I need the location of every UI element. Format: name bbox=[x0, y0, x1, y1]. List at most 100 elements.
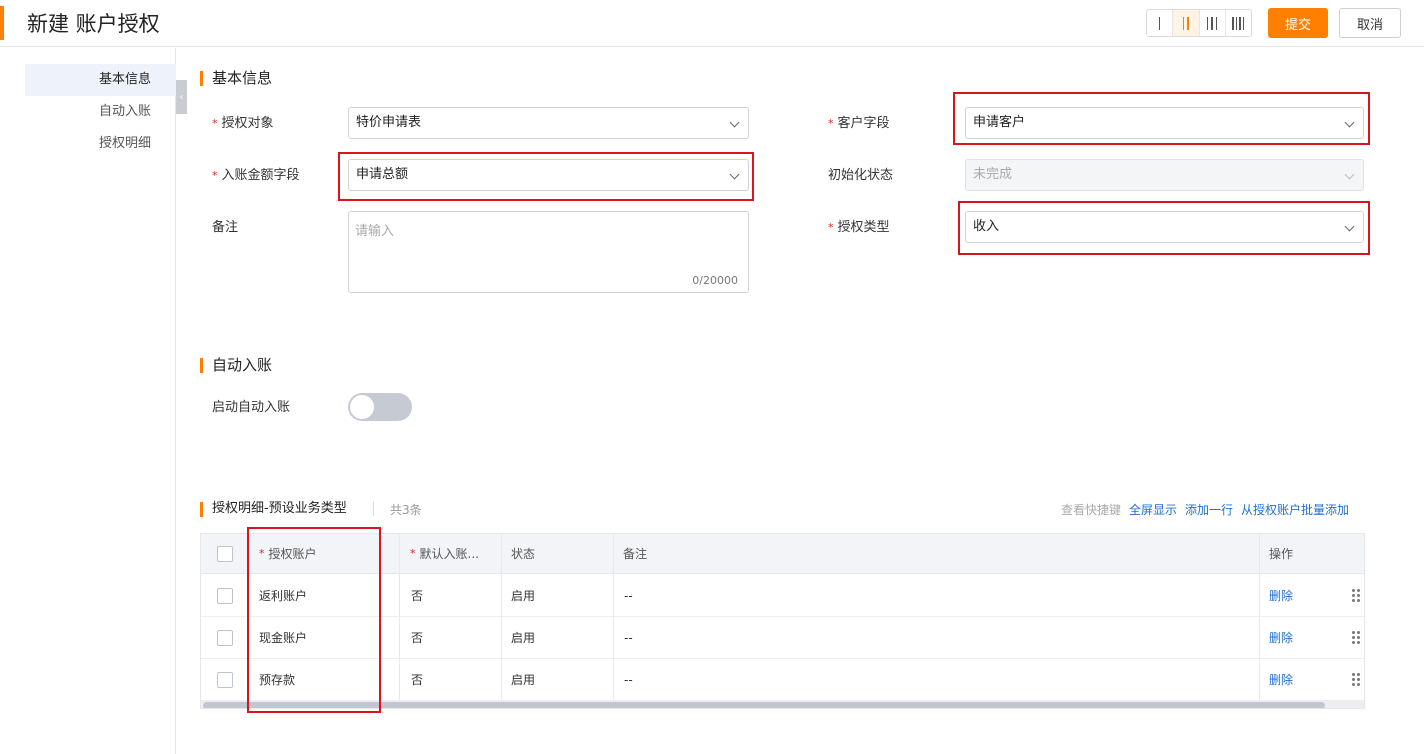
chevron-down-icon bbox=[1344, 117, 1355, 128]
title-divider bbox=[373, 502, 374, 516]
cancel-button[interactable]: 取消 bbox=[1339, 8, 1401, 38]
section-title-auto-posting: 自动入账 bbox=[200, 355, 272, 375]
batch-add-link[interactable]: 从授权账户批量添加 bbox=[1241, 500, 1349, 520]
chevron-down-icon bbox=[729, 169, 740, 180]
column-divider bbox=[501, 534, 502, 701]
column-divider bbox=[399, 534, 400, 701]
column-header-status: 状态 bbox=[511, 547, 536, 561]
remark-cell[interactable]: -- bbox=[624, 659, 633, 700]
drag-handle-icon[interactable] bbox=[1352, 630, 1360, 645]
submit-button[interactable]: 提交 bbox=[1268, 8, 1328, 38]
row-checkbox[interactable] bbox=[217, 671, 233, 688]
fullscreen-link[interactable]: 全屏显示 bbox=[1129, 500, 1177, 520]
auth-object-value: 特价申请表 bbox=[356, 115, 422, 130]
default-cell[interactable]: 否 bbox=[411, 659, 423, 700]
remark-label: 备注 bbox=[212, 220, 239, 235]
remark-textarea[interactable]: 请输入 0/20000 bbox=[348, 211, 749, 293]
column-layout-switch bbox=[1146, 9, 1252, 37]
horizontal-scrollbar[interactable] bbox=[201, 701, 1364, 708]
remark-placeholder: 请输入 bbox=[355, 224, 395, 239]
auth-detail-table: * 授权账户 * 默认入账... 状态 备注 操作 返利账户 否 启用 -- 删除 … bbox=[200, 533, 1365, 709]
page-title: 新建 账户授权 bbox=[27, 12, 160, 36]
nav-item-basic-info[interactable]: 基本信息 bbox=[25, 64, 176, 96]
table-row: 返利账户 否 启用 -- 删除 bbox=[201, 575, 1364, 617]
auth-object-select[interactable]: 特价申请表 bbox=[348, 107, 749, 139]
four-column-icon bbox=[1232, 16, 1245, 30]
chevron-down-icon bbox=[1344, 221, 1355, 232]
table-row: 预存款 否 启用 -- 删除 bbox=[201, 659, 1364, 701]
account-cell[interactable]: 返利账户 bbox=[259, 575, 307, 616]
required-mark: * bbox=[212, 169, 218, 182]
amount-field-label: * 入账金额字段 bbox=[212, 168, 300, 183]
row-checkbox[interactable] bbox=[217, 629, 233, 646]
two-column-icon bbox=[1182, 16, 1189, 30]
scrollbar-thumb[interactable] bbox=[203, 702, 1325, 708]
layout-1-column-button[interactable] bbox=[1147, 10, 1174, 36]
drag-handle-icon[interactable] bbox=[1352, 588, 1360, 603]
nav-item-auto-posting[interactable]: 自动入账 bbox=[25, 96, 176, 128]
one-column-icon bbox=[1158, 16, 1161, 30]
amount-field-value: 申请总额 bbox=[356, 167, 409, 182]
auto-posting-toggle[interactable] bbox=[348, 393, 412, 421]
section-title-auth-detail: 授权明细-预设业务类型 bbox=[200, 499, 347, 519]
customer-field-value: 申请客户 bbox=[973, 115, 1026, 130]
status-cell[interactable]: 启用 bbox=[511, 617, 535, 658]
amount-field-select[interactable]: 申请总额 bbox=[348, 159, 749, 191]
auto-posting-toggle-label: 启动自动入账 bbox=[212, 400, 291, 415]
row-checkbox[interactable] bbox=[217, 587, 233, 604]
init-status-label: 初始化状态 bbox=[828, 168, 894, 183]
account-cell[interactable]: 现金账户 bbox=[259, 617, 307, 658]
default-cell[interactable]: 否 bbox=[411, 575, 423, 616]
column-header-action: 操作 bbox=[1269, 547, 1294, 561]
init-status-select: 未完成 bbox=[965, 159, 1364, 191]
remark-char-counter: 0/20000 bbox=[692, 274, 738, 287]
row-count: 共3条 bbox=[390, 503, 422, 517]
delete-row-link[interactable]: 删除 bbox=[1269, 659, 1293, 700]
toggle-knob bbox=[350, 395, 374, 419]
required-mark: * bbox=[212, 117, 218, 130]
init-status-value: 未完成 bbox=[973, 167, 1013, 182]
layout-2-column-button[interactable] bbox=[1173, 10, 1200, 36]
shortcut-keys-link[interactable]: 查看快捷键 bbox=[1061, 500, 1121, 520]
required-mark: * bbox=[259, 547, 265, 560]
header-accent-bar bbox=[0, 6, 4, 40]
account-cell[interactable]: 预存款 bbox=[259, 659, 295, 700]
auth-type-select[interactable]: 收入 bbox=[965, 211, 1364, 243]
delete-row-link[interactable]: 删除 bbox=[1269, 617, 1293, 658]
customer-field-label: * 客户字段 bbox=[828, 116, 890, 131]
required-mark: * bbox=[410, 547, 416, 560]
table-header: * 授权账户 * 默认入账... 状态 备注 操作 bbox=[201, 534, 1364, 574]
customer-field-select[interactable]: 申请客户 bbox=[965, 107, 1364, 139]
column-header-remark: 备注 bbox=[623, 547, 648, 561]
chevron-down-icon bbox=[1344, 169, 1355, 180]
drag-handle-icon[interactable] bbox=[1352, 672, 1360, 687]
table-row: 现金账户 否 启用 -- 删除 bbox=[201, 617, 1364, 659]
chevron-down-icon bbox=[729, 117, 740, 128]
nav-item-auth-detail[interactable]: 授权明细 bbox=[25, 128, 176, 160]
required-mark: * bbox=[828, 117, 834, 130]
column-divider bbox=[613, 534, 614, 701]
collapse-nav-button[interactable]: ‹ bbox=[176, 80, 187, 114]
default-cell[interactable]: 否 bbox=[411, 617, 423, 658]
auth-object-label: * 授权对象 bbox=[212, 116, 274, 131]
page-header: 新建 账户授权 提交 取消 bbox=[0, 0, 1424, 47]
required-mark: * bbox=[828, 221, 834, 234]
auth-type-value: 收入 bbox=[973, 219, 1000, 234]
column-header-default: * 默认入账... bbox=[410, 547, 479, 561]
column-header-account: * 授权账户 bbox=[259, 547, 317, 561]
section-nav: 基本信息 自动入账 授权明细 bbox=[0, 48, 176, 754]
remark-cell[interactable]: -- bbox=[624, 617, 633, 658]
status-cell[interactable]: 启用 bbox=[511, 575, 535, 616]
select-all-checkbox[interactable] bbox=[217, 545, 233, 562]
three-column-icon bbox=[1206, 16, 1218, 30]
remark-cell[interactable]: -- bbox=[624, 575, 633, 616]
column-divider bbox=[247, 534, 248, 701]
status-cell[interactable]: 启用 bbox=[511, 659, 535, 700]
delete-row-link[interactable]: 删除 bbox=[1269, 575, 1293, 616]
add-row-link[interactable]: 添加一行 bbox=[1185, 500, 1233, 520]
chevron-left-icon: ‹ bbox=[179, 91, 184, 103]
auth-type-label: * 授权类型 bbox=[828, 220, 890, 235]
layout-4-column-button[interactable] bbox=[1226, 10, 1251, 36]
layout-3-column-button[interactable] bbox=[1200, 10, 1226, 36]
column-divider bbox=[1259, 534, 1260, 701]
